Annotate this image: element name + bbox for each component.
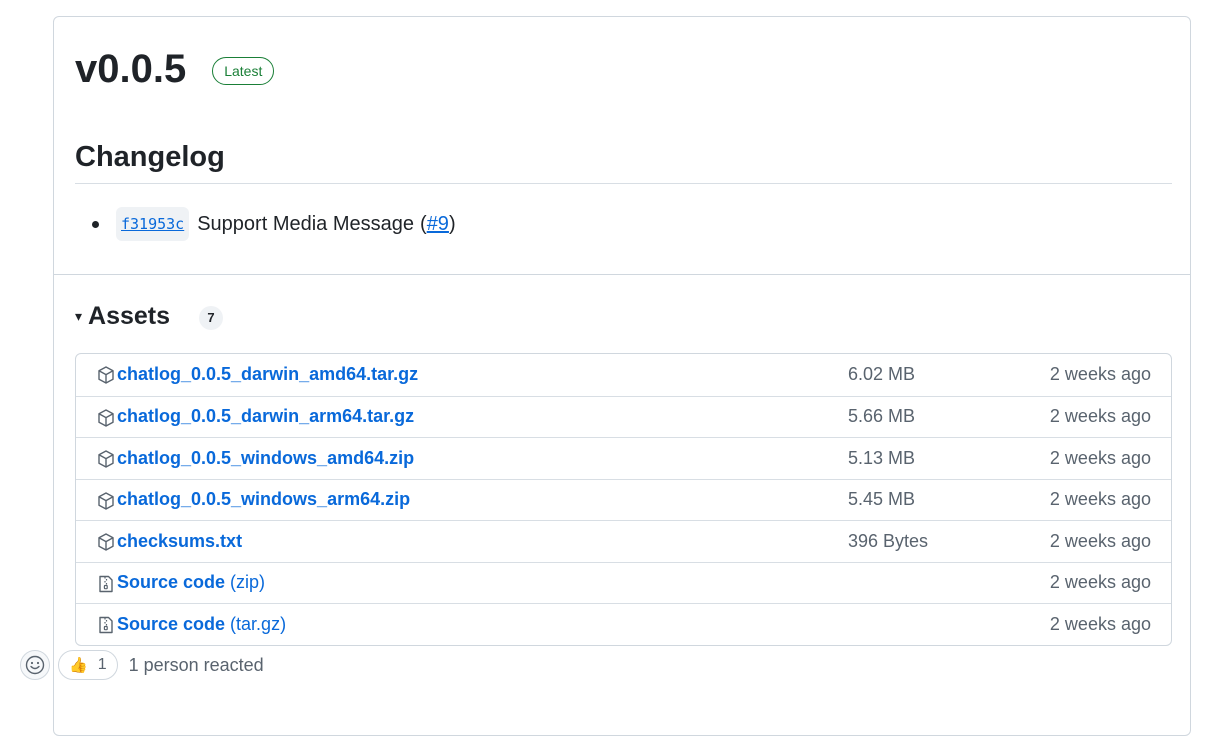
asset-size: 5.66 MB [848, 406, 916, 427]
paren-close: ) [448, 213, 456, 235]
asset-download-link[interactable]: Source code (tar.gz) [117, 614, 286, 635]
asset-timestamp: 2 weeks ago [1049, 572, 1151, 593]
reaction-summary: 1 person reacted [128, 654, 264, 675]
asset-name: checksums.txt [117, 530, 243, 551]
reactions-bar: 👍 1 1 person reacted [20, 650, 264, 680]
asset-row: chatlog_0.0.5_darwin_amd64.tar.gz 6.02 MB… [76, 354, 1171, 396]
assets-list: chatlog_0.0.5_darwin_amd64.tar.gz 6.02 MB… [75, 353, 1172, 646]
thumbs-up-icon: 👍 [69, 657, 88, 674]
package-icon [96, 408, 116, 428]
asset-timestamp: 2 weeks ago [1049, 530, 1151, 551]
file-zip-icon [96, 574, 116, 594]
asset-size: 5.45 MB [848, 489, 916, 510]
assets-count-badge: 7 [199, 306, 224, 330]
package-icon [96, 532, 116, 552]
assets-toggle[interactable]: ▾ Assets 7 [75, 301, 224, 331]
asset-timestamp: 2 weeks ago [1049, 489, 1151, 510]
file-zip-icon [96, 615, 116, 635]
asset-name: Source code [117, 572, 226, 593]
package-icon [96, 365, 116, 385]
smiley-icon [25, 655, 45, 675]
asset-row: chatlog_0.0.5_windows_arm64.zip 5.45 MB 2 … [76, 478, 1171, 521]
paren-open: ( [420, 213, 427, 235]
asset-size: 5.13 MB [848, 447, 916, 468]
changelog-item: f31953c Support Media Message (#9) [75, 207, 456, 241]
asset-name: chatlog_0.0.5_darwin_amd64.tar.gz [117, 364, 419, 385]
asset-download-link[interactable]: chatlog_0.0.5_darwin_amd64.tar.gz [117, 364, 418, 385]
asset-download-link[interactable]: chatlog_0.0.5_darwin_arm64.tar.gz [117, 406, 414, 427]
changelog-heading: Changelog [75, 141, 225, 173]
changelog-divider [75, 183, 1172, 184]
asset-name: chatlog_0.0.5_windows_amd64.zip [117, 447, 415, 468]
add-reaction-button[interactable] [20, 650, 50, 680]
asset-download-link[interactable]: chatlog_0.0.5_windows_amd64.zip [117, 448, 414, 469]
thumbs-up-count: 1 [97, 656, 107, 673]
asset-row: Source code (tar.gz) 2 weeks ago [76, 603, 1171, 645]
package-icon [96, 449, 116, 469]
asset-size: 6.02 MB [848, 364, 916, 385]
thumbs-up-reaction-button[interactable]: 👍 1 [58, 650, 118, 680]
caret-down-icon: ▾ [75, 308, 83, 324]
assets-heading: Assets [88, 302, 171, 330]
asset-row: checksums.txt 396 Bytes 2 weeks ago [76, 520, 1171, 562]
section-divider [54, 274, 1190, 275]
commit-sha-link[interactable]: f31953c [116, 207, 190, 241]
asset-timestamp: 2 weeks ago [1049, 364, 1151, 385]
asset-download-link[interactable]: checksums.txt [117, 531, 242, 552]
asset-name-suffix: (tar.gz) [225, 613, 287, 634]
asset-name-suffix: (zip) [225, 572, 266, 593]
latest-badge: Latest [212, 57, 275, 85]
issue-link[interactable]: #9 [427, 209, 449, 239]
asset-timestamp: 2 weeks ago [1049, 613, 1151, 634]
asset-name: chatlog_0.0.5_darwin_arm64.tar.gz [117, 406, 415, 427]
asset-timestamp: 2 weeks ago [1049, 447, 1151, 468]
asset-name: Source code [117, 613, 226, 634]
release-version[interactable]: v0.0.5 [75, 45, 186, 93]
changelog-message: Support Media Message [197, 213, 415, 235]
asset-timestamp: 2 weeks ago [1049, 406, 1151, 427]
release-header: v0.0.5 Latest [75, 45, 275, 93]
package-icon [96, 491, 116, 511]
asset-download-link[interactable]: chatlog_0.0.5_windows_arm64.zip [117, 489, 410, 510]
asset-row: chatlog_0.0.5_windows_amd64.zip 5.13 MB 2 … [76, 437, 1171, 479]
asset-row: Source code (zip) 2 weeks ago [76, 561, 1171, 604]
asset-size: 396 Bytes [848, 530, 929, 551]
release-card: v0.0.5 Latest Changelog f31953c Support … [53, 16, 1191, 736]
asset-row: chatlog_0.0.5_darwin_arm64.tar.gz 5.66 MB… [76, 395, 1171, 438]
asset-name: chatlog_0.0.5_windows_arm64.zip [117, 489, 411, 510]
changelog-list: f31953c Support Media Message (#9) [75, 207, 456, 241]
asset-download-link[interactable]: Source code (zip) [117, 572, 265, 593]
bullet-icon [92, 220, 99, 228]
